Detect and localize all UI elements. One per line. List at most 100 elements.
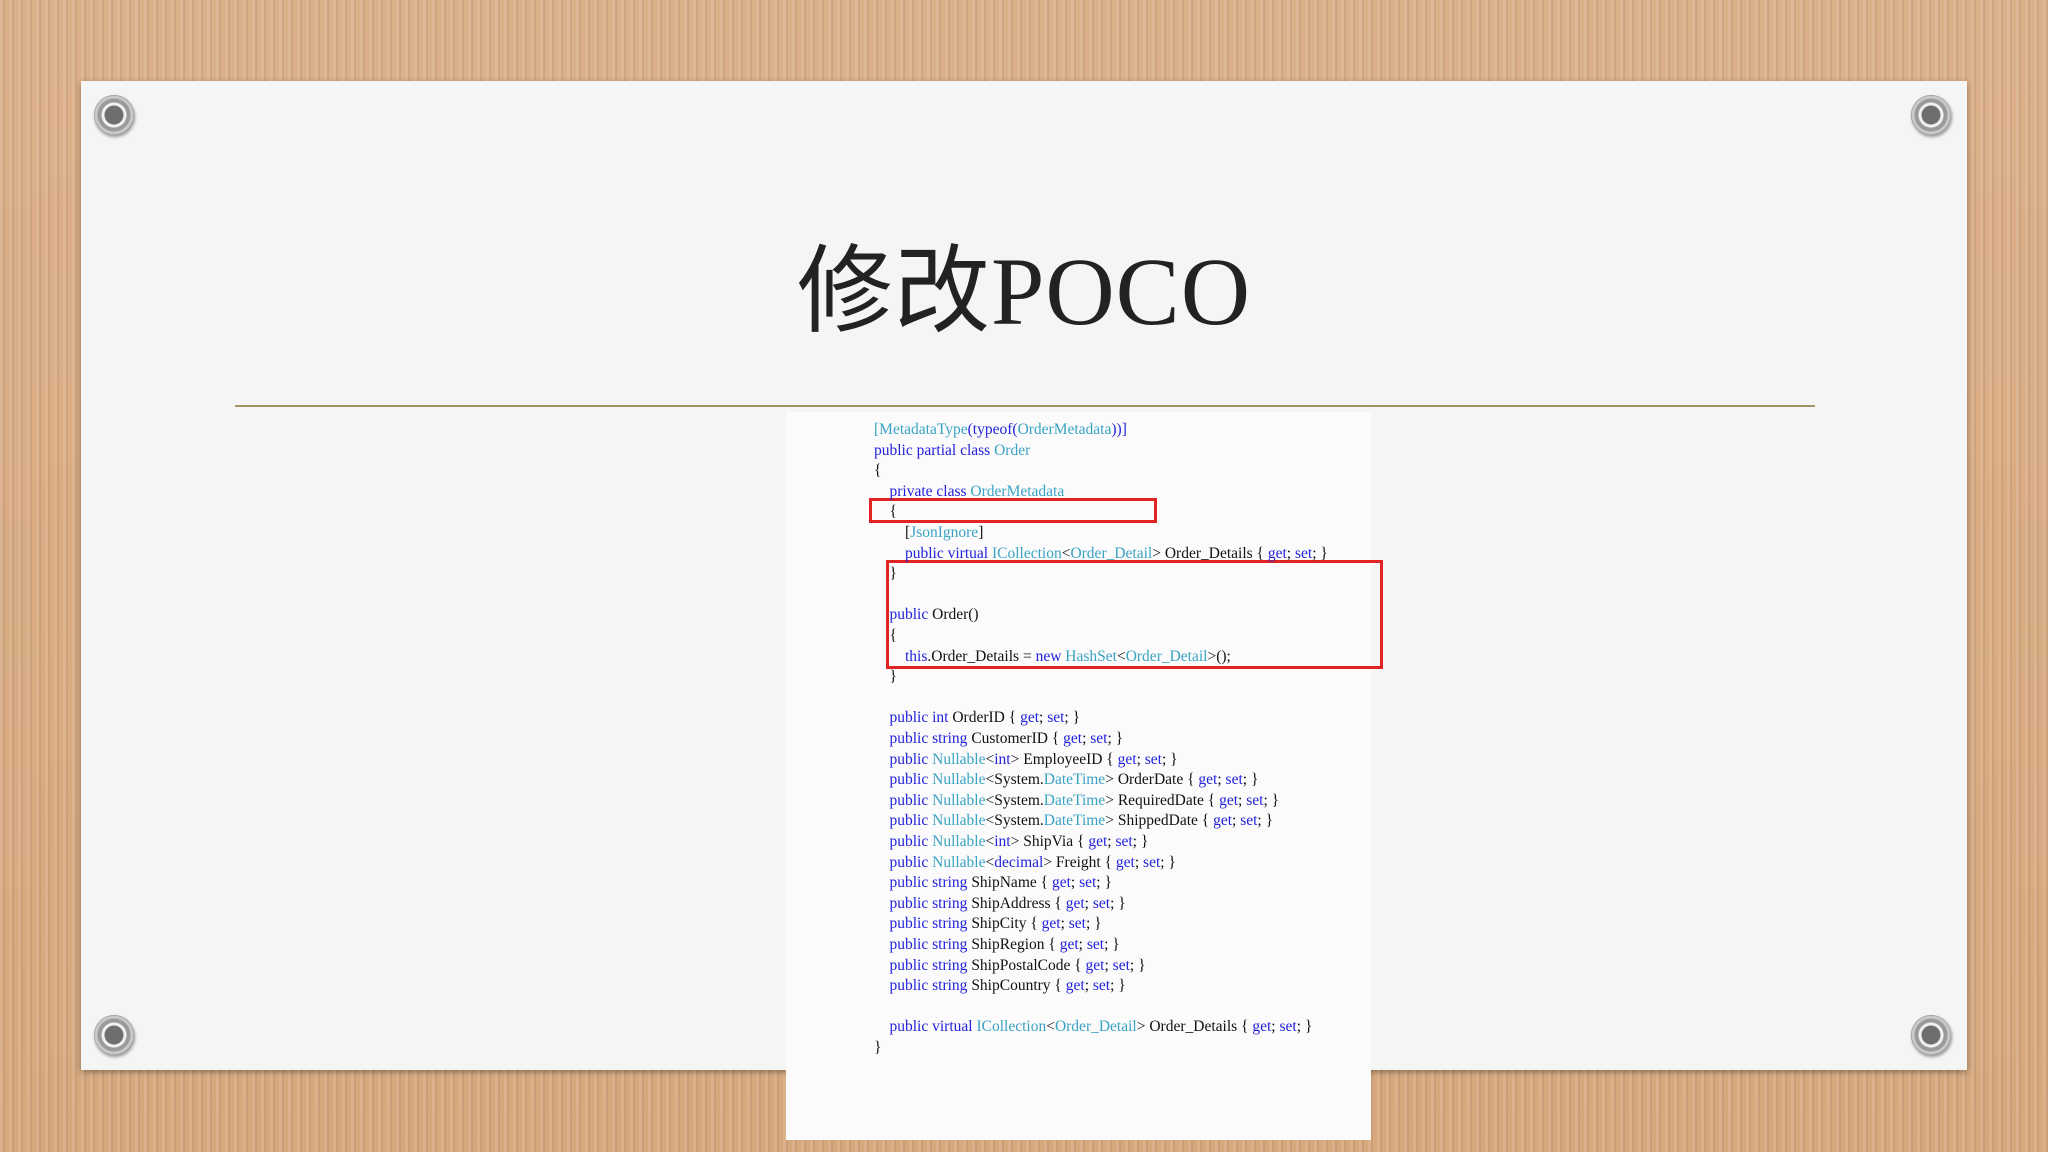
code-token: Nullable (932, 812, 986, 830)
code-token: public (874, 833, 933, 850)
code-token: public string (874, 874, 972, 892)
code-token: int (994, 750, 1011, 768)
code-token: ; } (1263, 791, 1280, 809)
code-token: Order (994, 441, 1031, 459)
code-token: ; } (1110, 894, 1126, 912)
code-token: public virtual (874, 544, 992, 562)
code-token: get (1051, 874, 1071, 892)
code-line: public string ShipPostalCode { get; set;… (874, 956, 1146, 976)
code-token: ; } (1107, 730, 1124, 747)
code-token: MetadataType (879, 421, 968, 438)
code-token: CustomerID { (971, 730, 1064, 747)
code-token: > Freight { (1043, 853, 1116, 871)
code-token: ShipCity { (971, 915, 1042, 933)
code-token: Nullable (932, 791, 986, 809)
code-token: ShipName { (971, 874, 1052, 892)
code-token: this (874, 647, 928, 665)
code-token: Order() (932, 606, 979, 624)
code-token: Nullable (932, 833, 986, 850)
code-token: get (1059, 936, 1079, 953)
slide: 修改POCO [MetadataType(typeof(OrderMetadat… (81, 81, 1967, 1140)
code-token: set (1047, 709, 1065, 727)
code-token: set (1225, 771, 1243, 789)
code-token: < (985, 833, 995, 850)
code-token: get (1065, 894, 1085, 912)
code-token: >(); (1207, 647, 1231, 665)
code-token: ; (1136, 750, 1145, 768)
code-token: private class (874, 482, 971, 500)
slide-title: 修改POCO (796, 238, 1252, 345)
code-line: public Order() (874, 605, 979, 625)
code-token: get (1219, 791, 1239, 809)
code-line: public Nullable<System.DateTime> Require… (874, 791, 1280, 811)
code-line: public Nullable<decimal> Freight { get ; … (874, 853, 1176, 873)
code-token: public string (874, 894, 972, 912)
code-token: ICollection (976, 1018, 1047, 1036)
code-line: private class OrderMetadata (874, 482, 1065, 502)
code-token: ; (1039, 709, 1048, 727)
code-token: ShipRegion { (971, 936, 1060, 953)
code-line: [MetadataType(typeof(OrderMetadata))] (874, 420, 1127, 440)
code-token: ; } (1160, 853, 1176, 871)
code-token: OrderMetadata (1017, 421, 1112, 438)
code-line: } (874, 564, 897, 584)
code-token: typeof (972, 421, 1013, 438)
code-token: ; (1084, 977, 1093, 995)
code-token: new (1035, 647, 1066, 665)
code-token: > Order_Details { (1136, 1018, 1253, 1036)
code-line: public string ShipAddress { get; set; } (874, 894, 1126, 914)
code-token: public partial class (874, 441, 995, 459)
code-token: ShipCountry { (971, 977, 1066, 995)
code-token: ; } (1085, 915, 1102, 933)
code-line: public string ShipName { get; set; } (874, 873, 1112, 893)
code-token: set (1090, 730, 1108, 747)
code-token: DateTime (1043, 791, 1106, 809)
code-line: public Nullable<System.DateTime> Shipped… (874, 811, 1274, 831)
code-token: ; (1232, 812, 1241, 830)
code-token: get (1117, 750, 1137, 768)
code-token: <System. (985, 771, 1044, 789)
code-token: > RequiredDate { (1105, 791, 1220, 809)
grommet-top-right (1911, 95, 1951, 135)
code-token: set (1294, 544, 1313, 562)
code-line: public string ShipCity { get; set; } (874, 914, 1102, 934)
code-token: public (874, 750, 933, 768)
code-token: <System. (985, 791, 1044, 809)
code-line: public string CustomerID { get; set; } (874, 729, 1124, 749)
code-token: set (1240, 812, 1258, 830)
code-token: public string (874, 956, 972, 974)
code-token: get (1063, 730, 1083, 747)
code-token: [ (874, 524, 911, 541)
code-token: get (1213, 812, 1233, 830)
code-token: get (1085, 956, 1105, 974)
code-token: < (985, 853, 995, 871)
code-token: public (874, 853, 933, 871)
code-token: public (874, 791, 933, 809)
code-token: { (874, 462, 882, 480)
code-token: public (874, 606, 933, 624)
code-token: public string (874, 936, 972, 953)
code-token: public string (874, 915, 972, 933)
code-token: get (1198, 771, 1218, 789)
code-token: JsonIgnore (910, 524, 979, 541)
code-token: set (1112, 956, 1130, 974)
code-token: ; } (1129, 956, 1146, 974)
code-screenshot: [MetadataType(typeof(OrderMetadata))] pub… (786, 412, 1383, 1140)
code-token: OrderMetadata (970, 482, 1065, 500)
code-token: get (1020, 709, 1039, 727)
code-token: ; (1078, 936, 1087, 953)
code-token: > ShippedDate { (1105, 812, 1214, 830)
code-token: ; (1084, 894, 1093, 912)
code-token: ; (1104, 956, 1113, 974)
code-token: ; } (1312, 544, 1328, 562)
code-token: set (1092, 894, 1111, 912)
code-token: ))] (1111, 421, 1127, 438)
grommet-bottom-left (94, 1015, 134, 1055)
code-token: ShipPostalCode { (971, 956, 1086, 974)
code-token: Order_Detail (1054, 1018, 1137, 1036)
code-token: ; } (1242, 771, 1259, 789)
code-token: > OrderDate { (1105, 771, 1199, 789)
code-token: ; } (1161, 750, 1178, 768)
code-token: < (1116, 647, 1126, 665)
code-token: < (985, 750, 995, 768)
